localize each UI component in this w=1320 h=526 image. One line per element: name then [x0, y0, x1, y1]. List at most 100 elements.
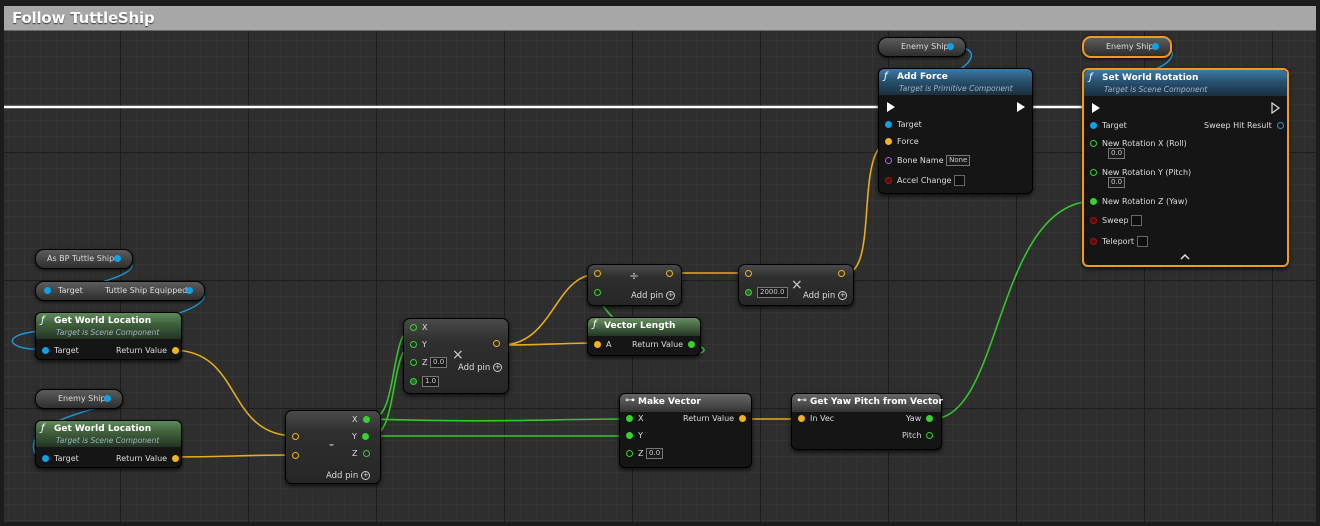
swr-subtitle: Target is Scene Component — [1104, 85, 1208, 94]
event-graph-canvas[interactable]: As BP Tuttle Ship Target Tuttle Ship Equ… — [4, 31, 1316, 522]
mul2-input-pin[interactable] — [745, 270, 752, 277]
teleport-checkbox[interactable] — [1136, 236, 1148, 247]
float-wire-3[interactable] — [370, 418, 632, 422]
addforce-force-pin[interactable]: Force — [885, 137, 919, 146]
function-icon-2: ƒ — [41, 423, 45, 434]
as-bp-output-pin[interactable] — [114, 255, 121, 262]
mkvec-x-pin[interactable]: X — [626, 414, 643, 423]
vlen-header: ƒ Vector Length — [588, 318, 700, 336]
get-world-location-node-2[interactable]: ƒ Get World Location Target is Scene Com… — [35, 420, 182, 468]
collapse-chevron-icon[interactable] — [1180, 253, 1190, 260]
gwl2-title: Get World Location — [54, 424, 152, 434]
set-world-rotation-node[interactable]: ƒ Set World Rotation Target is Scene Com… — [1082, 68, 1289, 267]
equipped-target-pin[interactable] — [44, 287, 51, 294]
vector-wire-1[interactable] — [171, 349, 297, 437]
as-bp-tuttle-ship-node[interactable]: As BP Tuttle Ship — [35, 249, 133, 269]
sub-z-pin[interactable]: Z — [352, 449, 375, 458]
vector-wire-3[interactable] — [500, 273, 599, 346]
divide-node[interactable]: ÷ Add pin + — [587, 264, 682, 306]
mul1-add-pin-button[interactable]: Add pin + — [458, 363, 503, 373]
mul1-z-pin[interactable]: Z 0.0 — [410, 357, 448, 368]
gypv-invec-pin[interactable]: In Vec — [798, 414, 834, 423]
addforce-exec-in[interactable] — [887, 102, 895, 112]
gypv-yaw-pin[interactable]: Yaw — [906, 414, 934, 423]
enemy-ship-label-1: Enemy Ship — [58, 394, 106, 403]
accel-change-checkbox[interactable] — [954, 175, 965, 186]
gwl2-return-pin[interactable]: Return Value — [116, 454, 180, 463]
swr-sweep-pin[interactable]: Sweep — [1090, 215, 1143, 226]
div-output-pin[interactable] — [666, 270, 673, 277]
float-wire-6[interactable] — [931, 200, 1098, 420]
multiply-vector-node[interactable]: X Y Z 0.0 1.0 × Add pin + — [403, 318, 509, 394]
plus-icon: + — [361, 471, 371, 480]
addforce-exec-out[interactable] — [1017, 102, 1025, 112]
addforce-accel-pin[interactable]: Accel Change — [885, 175, 965, 186]
mul2-add-pin-button[interactable]: Add pin + — [803, 291, 848, 301]
mul1-scalar-pin[interactable]: 1.0 — [410, 376, 440, 387]
exec-out-outline-icon — [1271, 102, 1281, 114]
subtract-node[interactable]: - X Y Z Add pin + — [285, 410, 381, 484]
div-input-b-pin[interactable] — [594, 289, 601, 296]
sub-x-pin[interactable]: X — [352, 415, 375, 424]
as-bp-label: As BP Tuttle Ship — [47, 254, 115, 263]
sub-input-b-pin[interactable] — [292, 452, 299, 459]
enemy-ship-output-pin-2[interactable] — [947, 43, 954, 50]
mkvec-z-pin[interactable]: Z 0.0 — [626, 448, 664, 459]
mul2-output-pin[interactable] — [838, 270, 845, 277]
swr-sweep-hit-pin[interactable]: Sweep Hit Result — [1204, 121, 1284, 130]
mkvec-return-pin[interactable]: Return Value — [683, 414, 747, 423]
mul2-scalar-pin[interactable]: 2000.0 — [745, 287, 788, 298]
swr-header: ƒ Set World Rotation Target is Scene Com… — [1084, 70, 1287, 96]
mkvec-z-value: 0.0 — [646, 448, 664, 459]
div-add-pin-button[interactable]: Add pin + — [631, 291, 676, 301]
swr-exec-in[interactable] — [1092, 103, 1100, 113]
make-vector-node[interactable]: ⊶ Make Vector X Y Z 0.0 Return Value — [619, 393, 752, 468]
enemy-ship-output-pin-1[interactable] — [104, 395, 111, 402]
sub-input-a-pin[interactable] — [292, 433, 299, 440]
mkvec-y-pin[interactable]: Y — [626, 431, 643, 440]
swr-target-pin[interactable]: Target — [1090, 121, 1127, 130]
swr-rx-pin[interactable]: New Rotation X (Roll) 0.0 — [1090, 139, 1187, 159]
swr-title: Set World Rotation — [1102, 73, 1199, 83]
enemy-ship-node-2[interactable]: Enemy Ship — [878, 37, 966, 57]
vector-length-node[interactable]: ƒ Vector Length A Return Value — [587, 317, 701, 356]
equipped-output-pin[interactable] — [186, 287, 193, 294]
swr-rz-pin[interactable]: New Rotation Z (Yaw) — [1090, 197, 1188, 206]
make-struct-icon: ⊶ — [625, 395, 635, 406]
sub-y-pin[interactable]: Y — [352, 432, 374, 441]
addforce-target-pin[interactable]: Target — [885, 120, 922, 129]
blueprint-editor-window: Follow TuttleShip As BP Tuttle Ship Targ… — [0, 0, 1320, 526]
bone-name-value: None — [946, 155, 971, 166]
sub-add-pin-button[interactable]: Add pin + — [326, 471, 371, 481]
sweep-checkbox[interactable] — [1131, 215, 1143, 226]
gwl1-target-pin[interactable]: Target — [42, 346, 79, 355]
get-yaw-pitch-node[interactable]: ⊷ Get Yaw Pitch from Vector In Vec Yaw P… — [791, 393, 943, 450]
gwl1-return-pin[interactable]: Return Value — [116, 346, 180, 355]
multiply-2000-node[interactable]: 2000.0 × Add pin + — [738, 264, 854, 306]
mul1-x-pin[interactable]: X — [410, 323, 427, 332]
divide-symbol: ÷ — [629, 269, 640, 283]
mkvec-header: ⊶ Make Vector — [620, 394, 751, 412]
tuttle-ship-equipped-node[interactable]: Target Tuttle Ship Equipped — [35, 281, 205, 301]
enemy-ship-node-1[interactable]: Enemy Ship — [35, 389, 123, 409]
addforce-header: ƒ Add Force Target is Primitive Componen… — [879, 69, 1032, 95]
mul1-y-pin[interactable]: Y — [410, 340, 427, 349]
vlen-a-pin[interactable]: A — [594, 340, 611, 349]
div-input-a-pin[interactable] — [594, 270, 601, 277]
swr-teleport-pin[interactable]: Teleport — [1090, 236, 1148, 247]
enemy-ship-output-pin-3[interactable] — [1152, 43, 1159, 50]
gwl2-target-pin[interactable]: Target — [42, 454, 79, 463]
mul1-output-pin[interactable] — [493, 340, 500, 347]
mul1-z-value: 0.0 — [430, 357, 448, 368]
swr-ry-pin[interactable]: New Rotation Y (Pitch) 0.0 — [1090, 168, 1191, 188]
gypv-pitch-pin[interactable]: Pitch — [902, 431, 934, 440]
enemy-ship-node-3[interactable]: Enemy Ship — [1082, 36, 1172, 58]
equipped-label: Tuttle Ship Equipped — [105, 286, 188, 295]
function-icon: ƒ — [41, 315, 45, 326]
enemy-ship-label-3: Enemy Ship — [1106, 42, 1154, 51]
addforce-bone-pin[interactable]: Bone Name None — [885, 155, 971, 166]
vlen-return-pin[interactable]: Return Value — [632, 340, 696, 349]
get-world-location-node-1[interactable]: ƒ Get World Location Target is Scene Com… — [35, 312, 182, 360]
add-force-node[interactable]: ƒ Add Force Target is Primitive Componen… — [878, 68, 1033, 194]
vector-wire-2[interactable] — [171, 454, 297, 458]
